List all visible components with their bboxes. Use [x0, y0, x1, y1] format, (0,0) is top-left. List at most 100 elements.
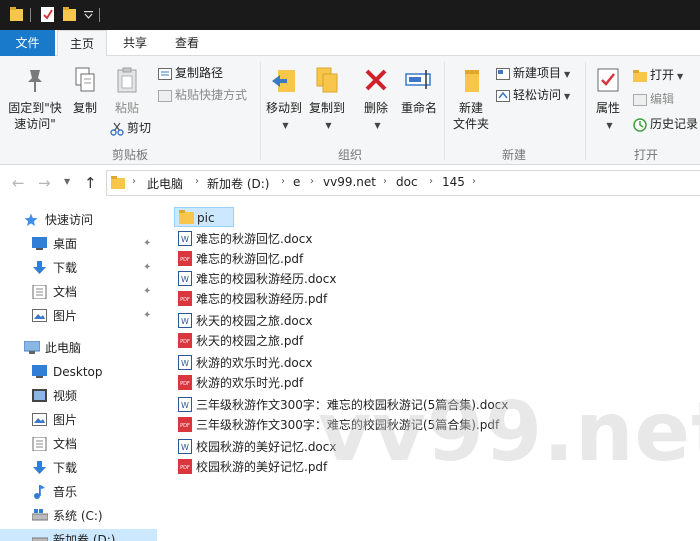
history-label: 历史记录 — [650, 117, 699, 131]
word-document-icon: W — [178, 271, 192, 286]
pinned-icon: ✦ — [143, 262, 152, 273]
file-item-folder-pic[interactable]: pic — [174, 207, 234, 227]
cut-button[interactable]: 剪切 — [110, 119, 151, 137]
breadcrumb-vv99[interactable]: vv99.net — [323, 175, 376, 189]
delete-chevron-down-icon: ▼ — [374, 121, 381, 130]
nav-item-label: 文档 — [53, 285, 78, 299]
tab-home[interactable]: 主页 — [57, 30, 107, 57]
paste-label: 粘贴 — [114, 101, 139, 115]
pinned-icon: ✦ — [143, 310, 152, 321]
computer-icon — [24, 341, 40, 354]
file-name: 校园秋游的美好记忆.pdf — [196, 460, 328, 474]
new-folder-label-2: 文件夹 — [452, 117, 489, 131]
pin-quick-access-button[interactable]: 固定到"快 速访问" — [4, 66, 66, 132]
nav-item-drive-d[interactable]: 新加卷 (D:) — [0, 529, 157, 541]
up-arrow-icon[interactable]: ↑ — [84, 174, 97, 192]
forward-arrow-icon[interactable]: → — [38, 174, 51, 192]
svg-text:PDF: PDF — [180, 339, 190, 345]
address-folder-icon — [111, 176, 125, 189]
file-item[interactable]: W 难忘的秋游回忆.docx — [174, 229, 334, 249]
nav-item-music[interactable]: 音乐 — [32, 481, 154, 503]
move-to-chevron-down-icon: ▼ — [282, 121, 289, 130]
new-item-button[interactable]: 新建项目 ▼ — [496, 64, 570, 82]
file-item[interactable]: W 难忘的校园秋游经历.docx — [174, 269, 364, 289]
desktop-icon — [32, 237, 47, 250]
nav-item-pc-pictures[interactable]: 图片 — [32, 409, 154, 431]
nav-item-drive-c[interactable]: 系统 (C:) — [32, 505, 154, 527]
nav-item-downloads[interactable]: 下载 ✦ — [32, 257, 154, 279]
word-document-icon: W — [178, 397, 192, 412]
customize-toolbar-icon[interactable] — [84, 11, 93, 20]
file-item[interactable]: W 秋天的校园之旅.docx — [174, 311, 334, 331]
scissors-icon — [110, 122, 124, 136]
folder-icon — [179, 210, 194, 224]
nav-item-pictures[interactable]: 图片 ✦ — [32, 305, 154, 327]
rename-button[interactable]: 重命名 — [398, 66, 440, 116]
new-item-label: 新建项目 — [513, 66, 562, 80]
nav-item-label: 系统 (C:) — [53, 509, 103, 523]
nav-item-documents[interactable]: 文档 ✦ — [32, 281, 154, 303]
svg-text:W: W — [181, 359, 189, 368]
properties-button[interactable]: 属性 ▼ — [588, 66, 628, 134]
copy-button[interactable]: 复制 — [68, 66, 102, 116]
paste-button[interactable]: 粘贴 — [110, 66, 144, 116]
navigation-pane: 快速访问 桌面 ✦ 下载 ✦ 文档 ✦ 图片 ✦ 此电脑 Desktop 视频 … — [0, 201, 157, 541]
nav-this-pc-label: 此电脑 — [45, 341, 82, 355]
pdf-document-icon: PDF — [178, 459, 192, 474]
svg-text:W: W — [181, 443, 189, 452]
breadcrumb-separator: › — [383, 176, 387, 187]
ribbon-separator — [444, 62, 445, 160]
nav-item-pc-documents[interactable]: 文档 — [32, 433, 154, 455]
new-folder-button[interactable]: 新建 文件夹 — [448, 66, 494, 132]
paste-shortcut-icon — [158, 89, 172, 102]
watermark: vv99.net — [318, 385, 700, 480]
file-name: 秋天的校园之旅.docx — [196, 314, 313, 328]
nav-item-pc-downloads[interactable]: 下载 — [32, 457, 154, 479]
tab-file[interactable]: 文件 — [0, 30, 55, 56]
breadcrumb-drive-d[interactable]: 新加卷 (D:) — [207, 175, 269, 192]
folder-icon[interactable] — [10, 7, 23, 22]
move-to-icon — [272, 70, 295, 92]
word-document-icon: W — [178, 313, 192, 328]
breadcrumb-this-pc[interactable]: 此电脑 — [147, 175, 183, 192]
properties-icon — [597, 68, 619, 92]
nav-this-pc[interactable]: 此电脑 — [24, 337, 154, 359]
svg-text:W: W — [181, 401, 189, 410]
new-folder-icon[interactable] — [63, 7, 76, 22]
edit-button[interactable]: 编辑 — [633, 90, 674, 108]
copy-path-button[interactable]: 复制路径 — [158, 64, 223, 82]
file-item[interactable]: PDF 难忘的秋游回忆.pdf — [174, 249, 334, 269]
delete-button[interactable]: 删除 ▼ — [358, 66, 394, 134]
recent-locations-chevron-icon[interactable]: ▼ — [64, 177, 70, 186]
history-button[interactable]: 历史记录 — [633, 115, 698, 133]
nav-quick-access[interactable]: 快速访问 — [24, 209, 154, 231]
copy-to-button[interactable]: 复制到 ▼ — [307, 66, 347, 134]
nav-item-desktop[interactable]: 桌面 ✦ — [32, 233, 154, 255]
breadcrumb-145[interactable]: 145 — [442, 175, 465, 189]
file-item[interactable]: PDF 秋游的欢乐时光.pdf — [174, 373, 334, 393]
nav-item-videos[interactable]: 视频 — [32, 385, 154, 407]
nav-item-label: 新加卷 (D:) — [53, 533, 116, 541]
svg-text:PDF: PDF — [180, 257, 190, 263]
nav-item-pc-desktop[interactable]: Desktop — [32, 361, 154, 383]
open-button[interactable]: 打开 ▼ — [633, 66, 683, 84]
tab-share[interactable]: 共享 — [110, 30, 160, 57]
move-to-button[interactable]: 移动到 ▼ — [264, 66, 304, 134]
back-arrow-icon[interactable]: ← — [12, 174, 25, 192]
properties-check-icon[interactable] — [41, 7, 54, 22]
download-arrow-icon — [33, 461, 46, 474]
file-item[interactable]: PDF 秋天的校园之旅.pdf — [174, 331, 334, 351]
file-item[interactable]: PDF 难忘的校园秋游经历.pdf — [174, 289, 364, 309]
nav-item-label: 下载 — [53, 461, 78, 475]
pdf-document-icon: PDF — [178, 375, 192, 390]
breadcrumb-doc[interactable]: doc — [396, 175, 418, 189]
word-document-icon: W — [178, 439, 192, 454]
paste-shortcut-button[interactable]: 粘贴快捷方式 — [158, 86, 247, 104]
breadcrumb-e[interactable]: e — [293, 175, 300, 189]
easy-access-button[interactable]: 轻松访问 ▼ — [496, 86, 570, 104]
history-icon — [633, 117, 647, 132]
tab-view[interactable]: 查看 — [162, 30, 212, 57]
nav-item-label: 下载 — [53, 261, 78, 275]
file-item[interactable]: W 秋游的欢乐时光.docx — [174, 353, 334, 373]
address-input[interactable]: › 此电脑 › 新加卷 (D:) › e › vv99.net › doc › … — [106, 170, 700, 196]
